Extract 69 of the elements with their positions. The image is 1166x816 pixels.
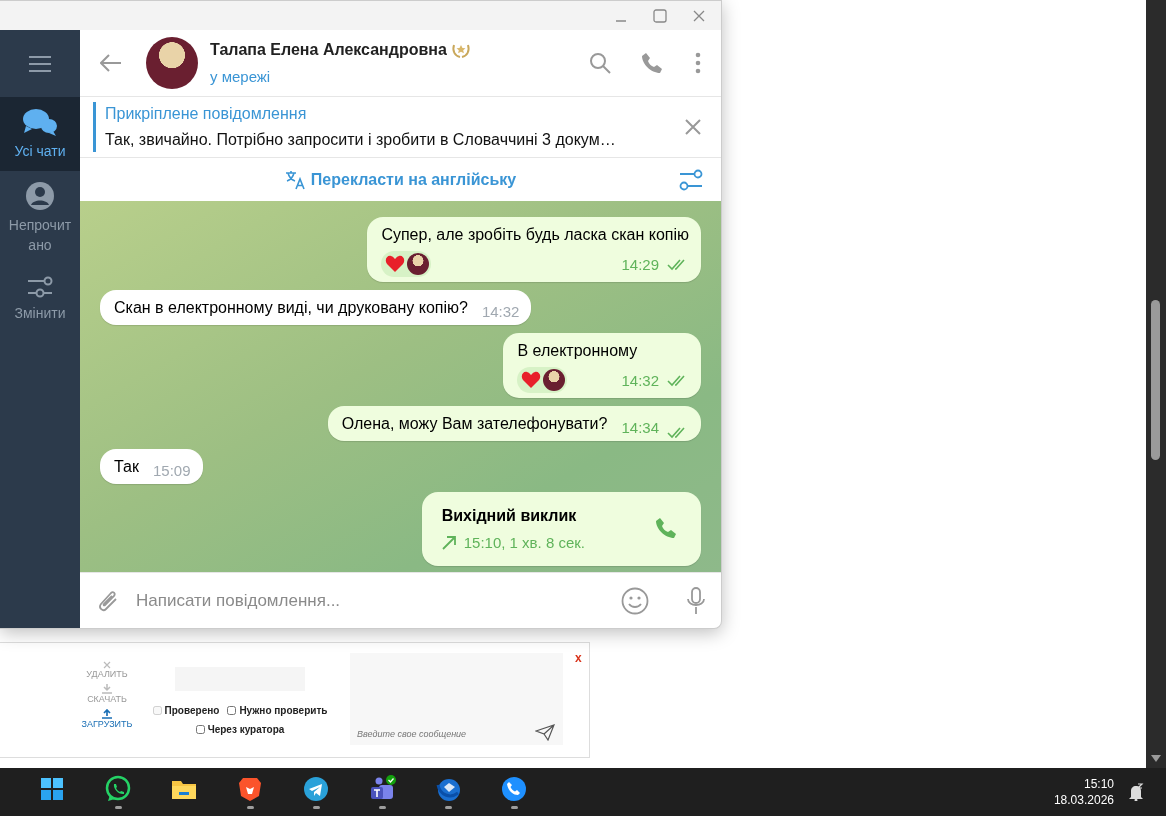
outgoing-arrow-icon bbox=[441, 535, 456, 550]
pinned-message[interactable]: Так, звичайно. Потрібно запросити і зробити в Словаччині 3 докум… bbox=[105, 128, 685, 152]
phone-icon bbox=[500, 775, 528, 803]
reaction-badge[interactable] bbox=[517, 366, 568, 393]
close-icon[interactable] bbox=[693, 9, 705, 22]
reactor-avatar bbox=[407, 252, 430, 275]
chat-bubbles-icon bbox=[22, 107, 58, 137]
online-status: у мережі bbox=[210, 66, 272, 87]
message-text: В електронному bbox=[517, 340, 639, 361]
contact-name: Талапа Елена Александровна bbox=[210, 39, 447, 60]
back-arrow-icon[interactable] bbox=[100, 54, 122, 72]
message-textarea[interactable]: Введите свое сообщение bbox=[350, 653, 563, 745]
phone-icon[interactable] bbox=[641, 52, 663, 74]
message-text: Олена, можу Вам зателефонувати? bbox=[341, 413, 608, 434]
heart-icon bbox=[521, 370, 542, 389]
scroll-down-icon[interactable] bbox=[1151, 755, 1161, 762]
send-icon[interactable] bbox=[535, 724, 555, 741]
smiley-icon[interactable] bbox=[621, 586, 649, 615]
clock-time[interactable]: 15:10 bbox=[1083, 776, 1114, 792]
message-text: Так bbox=[114, 456, 139, 477]
person-icon bbox=[25, 181, 55, 211]
sidebar-tab[interactable]: Непрочитано bbox=[0, 171, 80, 265]
x-icon bbox=[103, 661, 111, 669]
close-icon[interactable] bbox=[685, 119, 701, 135]
scrollbar-thumb[interactable] bbox=[1151, 300, 1160, 460]
message-time: 14:32 bbox=[481, 302, 520, 322]
toolbar-button[interactable]: ЗАГРУЗИТЬ bbox=[81, 709, 133, 730]
menu-icon[interactable] bbox=[28, 54, 52, 73]
checkbox-label: Через куратора bbox=[207, 723, 285, 737]
close-x[interactable]: x bbox=[575, 649, 582, 757]
message-time: 14:34 bbox=[621, 418, 659, 438]
message-input[interactable]: Написати повідомлення... bbox=[134, 586, 607, 615]
paper-plane-icon bbox=[302, 775, 330, 803]
search-icon[interactable] bbox=[589, 52, 611, 74]
sidebar-tab[interactable]: Змінити bbox=[0, 265, 80, 333]
sidebar-tab[interactable]: Усі чати bbox=[0, 97, 80, 171]
avatar bbox=[146, 37, 198, 89]
settings-icon[interactable] bbox=[679, 169, 703, 191]
message-text: Супер, але зробіть будь ласка скан копію bbox=[381, 224, 689, 245]
message-time: 14:29 bbox=[621, 255, 659, 275]
microphone-icon[interactable] bbox=[687, 586, 705, 615]
reaction-badge[interactable] bbox=[381, 250, 432, 277]
scrollbar[interactable] bbox=[1146, 0, 1166, 768]
call-details: 15:10, 1 хв. 8 сек. bbox=[463, 532, 585, 553]
maximize-icon[interactable] bbox=[653, 8, 667, 23]
more-options-icon[interactable] bbox=[695, 52, 701, 74]
upload-icon bbox=[102, 709, 112, 719]
message-text: Скан в електронному виді, чи друковану копію? bbox=[114, 297, 468, 318]
start-icon bbox=[38, 775, 66, 803]
translate-icon bbox=[284, 169, 307, 190]
heart-icon bbox=[385, 254, 406, 273]
checkbox-label: Проверено bbox=[164, 704, 220, 718]
clock-date[interactable]: 18.03.2026 bbox=[1053, 792, 1114, 808]
sliders-icon bbox=[26, 275, 54, 299]
message-time: 14:32 bbox=[621, 371, 659, 391]
checkbox[interactable] bbox=[227, 706, 237, 715]
pinned-title: Прикріплене повідомлення bbox=[105, 104, 308, 124]
call-title: Вихідний виклик bbox=[441, 505, 578, 526]
translate-button[interactable]: Перекласти на англійську bbox=[283, 166, 518, 193]
shield-icon bbox=[236, 775, 264, 803]
textarea-placeholder: Введите свое сообщение bbox=[357, 727, 467, 741]
checkbox[interactable] bbox=[195, 725, 205, 734]
message-time: 15:09 bbox=[152, 461, 191, 481]
notification-bell-icon[interactable] bbox=[1128, 783, 1144, 801]
reactor-avatar bbox=[543, 368, 566, 391]
checkbox-label: Нужно проверить bbox=[239, 704, 328, 718]
download-icon bbox=[102, 684, 112, 694]
chat-bubble-icon bbox=[104, 775, 132, 803]
phone-icon[interactable] bbox=[655, 516, 679, 541]
